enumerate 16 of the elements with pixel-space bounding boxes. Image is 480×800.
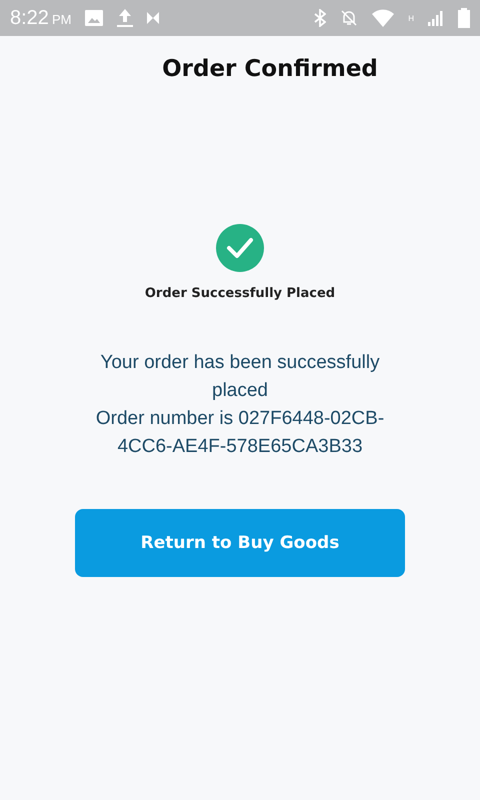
bell-off-icon xyxy=(340,9,358,27)
signal-icon xyxy=(428,10,444,26)
success-message: Your order has been successfully placed xyxy=(99,351,381,403)
success-heading: Order Successfully Placed xyxy=(144,286,336,301)
battery-icon xyxy=(458,8,470,28)
upload-icon xyxy=(117,9,134,27)
wifi-icon xyxy=(372,9,394,27)
image-icon xyxy=(85,10,104,26)
status-time: 8:22 PM xyxy=(10,6,72,30)
order-number-text: Order number is 027F6448-02CB-4CC6-AE4F-578E65CA3B33 xyxy=(94,407,386,459)
bluetooth-icon xyxy=(314,9,326,27)
bowtie-icon xyxy=(147,12,160,24)
check-circle-icon xyxy=(216,224,264,272)
return-button[interactable]: Return to Buy Goods xyxy=(75,509,405,577)
network-type: H xyxy=(408,14,414,22)
page-title: Order Confirmed xyxy=(161,56,379,82)
